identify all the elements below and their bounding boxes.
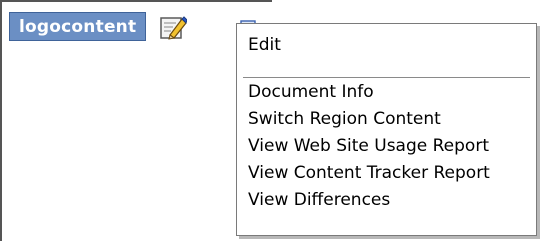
menu-item-view-differences[interactable]: View Differences (248, 189, 390, 211)
region-label: logocontent (9, 12, 147, 41)
pencil-edit-icon[interactable] (159, 13, 188, 41)
context-menu: Edit Document Info Switch Region Content… (236, 23, 537, 236)
menu-item-view-content-tracker-report[interactable]: View Content Tracker Report (248, 162, 490, 184)
screen: logocontent Edit Document Info Switch Re… (0, 0, 541, 241)
menu-item-edit[interactable]: Edit (248, 34, 281, 56)
menu-separator (243, 77, 530, 78)
menu-item-document-info[interactable]: Document Info (248, 81, 374, 103)
menu-item-switch-region-content[interactable]: Switch Region Content (248, 108, 441, 130)
region-toolbar: logocontent (9, 11, 188, 42)
menu-item-view-web-site-usage-report[interactable]: View Web Site Usage Report (248, 135, 489, 157)
content-region: logocontent (0, 0, 272, 241)
